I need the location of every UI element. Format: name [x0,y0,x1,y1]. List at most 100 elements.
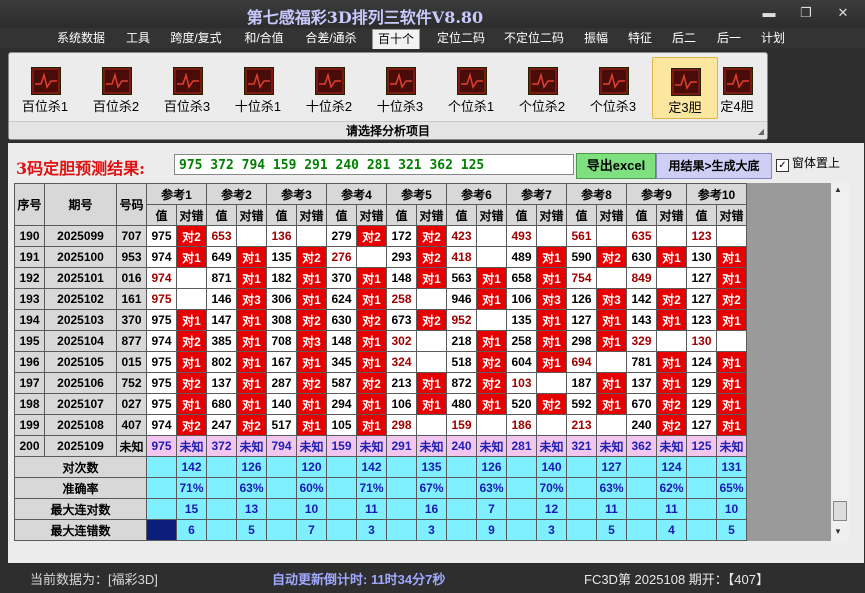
ref-value: 123 [686,309,717,331]
stat-value: 63% [236,477,267,499]
table-row[interactable]: 194 2025103 370 975 对1 147 对1 308 对2 630 对2 673 对2 95… [14,309,748,331]
ref-value: 276 [326,246,357,268]
checkbox-check-icon[interactable]: ✓ [776,159,789,172]
close-icon[interactable]: ✕ [832,5,854,21]
stat-value: 63% [476,477,507,499]
table-row[interactable]: 196 2025105 015 975 对1 802 对1 167 对1 345 对1 324 518 对… [14,351,748,373]
ref-judge: 对1 [356,267,387,289]
ref-judge [296,225,327,247]
ref-judge: 对1 [416,372,447,394]
ribbon-button-7[interactable]: 个位杀1 [439,57,503,117]
ref-judge: 对2 [416,246,447,268]
ref-value: 218 [446,330,477,352]
scroll-up-icon[interactable]: ▲ [834,185,842,194]
menu-item-13[interactable]: 计划 [755,29,791,48]
generate-base-button[interactable]: 用结果>生成大底 [656,153,772,179]
ref-judge: 对1 [656,372,687,394]
ref-judge: 对1 [236,267,267,289]
menu-item-12[interactable]: 后一 [711,29,747,48]
ribbon-expand-icon[interactable]: ◢ [758,127,764,136]
trend-chart-icon [671,68,701,96]
menu-item-10[interactable]: 特征 [622,29,658,48]
ribbon-button-label: 百位杀3 [163,99,211,114]
vertical-scrollbar[interactable]: ▲ ▼ [830,183,849,541]
stat-value: 10 [715,498,748,520]
stat-spacer [686,498,717,520]
table-row[interactable]: 195 2025104 877 974 对2 385 对1 708 对3 148 对1 302 218 对… [14,330,748,352]
stat-spacer [626,519,657,541]
menu-item-7[interactable]: 定位二码 [431,29,491,48]
stat-value: 3 [356,519,387,541]
trend-chart-icon [31,67,61,95]
menu-item-1[interactable]: 系统数据 [52,29,110,48]
menu-item-3[interactable]: 跨度/复式 [165,29,227,48]
ribbon-button-5[interactable]: 十位杀2 [297,57,361,117]
export-excel-button[interactable]: 导出excel [576,153,656,179]
table-row[interactable]: 197 2025106 752 975 对2 137 对1 287 对2 587 对2 213 对1 87… [14,372,748,394]
table-row[interactable]: 191 2025100 953 974 对1 649 对1 135 对2 276 293 对2 418 4… [14,246,748,268]
ref-value: 258 [386,288,417,310]
row-number: 016 [116,267,147,289]
stat-value: 12 [536,498,567,520]
ribbon-button-1[interactable]: 百位杀1 [13,57,77,117]
stat-spacer [266,519,297,541]
ribbon-button-9[interactable]: 个位杀3 [581,57,645,117]
menu-item-2[interactable]: 工具 [120,29,156,48]
row-period: 2025104 [44,330,117,352]
table-row[interactable]: 198 2025107 027 975 对1 680 对1 140 对1 294 对1 106 对1 48… [14,393,748,415]
prediction-values-field[interactable]: 975 372 794 159 291 240 281 321 362 125 [174,154,574,175]
ref-judge: 对1 [296,351,327,373]
row-number: 027 [116,393,147,415]
menu-item-8[interactable]: 不定位二码 [499,29,569,48]
ribbon-button-2[interactable]: 百位杀2 [84,57,148,117]
ribbon-button-6[interactable]: 十位杀3 [368,57,432,117]
ref-value: 362 [626,435,657,457]
ribbon-button-3[interactable]: 百位杀3 [155,57,219,117]
ref-value: 106 [506,288,537,310]
stat-spacer [386,456,417,478]
ref-value: 143 [626,309,657,331]
menu-item-5[interactable]: 合差/通杀 [300,29,362,48]
row-period: 2025102 [44,288,117,310]
pending-row[interactable]: 200 2025109 未知 975 未知 372 未知 794 未知 159 未知 291 未知 240… [14,435,748,457]
ref-value: 172 [386,225,417,247]
col-header-number: 号码 [116,183,147,226]
title-bar: 第七感福彩3D排列三软件V8.80 ▬ ❐ ✕ [0,0,865,28]
stat-spacer [626,477,657,499]
table-row[interactable]: 199 2025108 407 974 对2 247 对2 517 对1 105 对1 298 159 1… [14,414,748,436]
menu-item-4[interactable]: 和/合值 [238,29,290,48]
ribbon-button-4[interactable]: 十位杀1 [226,57,290,117]
stat-spacer [326,519,357,541]
ref-value: 694 [566,351,597,373]
ref-judge: 对1 [416,393,447,415]
restore-icon[interactable]: ❐ [795,5,817,21]
trend-chart-icon [315,67,345,95]
ribbon-button-11[interactable]: 定4胆 [711,57,763,117]
ref-judge: 对2 [476,372,507,394]
ref-value: 975 [146,288,177,310]
ref-judge [536,414,567,436]
ref-judge [176,267,207,289]
ref-value: 291 [386,435,417,457]
ref-value: 649 [206,246,237,268]
ref-value: 135 [266,246,297,268]
row-seq: 191 [14,246,45,268]
row-period: 2025107 [44,393,117,415]
minimize-icon[interactable]: ▬ [758,5,780,20]
trend-chart-icon [244,67,274,95]
ref-judge: 对1 [236,330,267,352]
menu-item-9[interactable]: 振幅 [578,29,614,48]
table-row[interactable]: 190 2025099 707 975 对2 653 136 279 对2 172 对2 423 493… [14,225,748,247]
menu-item-11[interactable]: 后二 [666,29,702,48]
status-current-data: 当前数据为：[福彩3D] [30,572,158,587]
window-topmost-checkbox[interactable]: ✓ 窗体置上 [776,154,840,172]
table-row[interactable]: 193 2025102 161 975 146 对3 306 对1 624 对1 258 946 对1 1… [14,288,748,310]
scroll-thumb[interactable] [833,501,847,521]
ref-value: 952 [446,309,477,331]
table-row[interactable]: 192 2025101 016 974 871 对1 182 对1 370 对1 148 对1 563 对… [14,267,748,289]
scroll-down-icon[interactable]: ▼ [834,527,842,536]
ref-value: 186 [506,414,537,436]
menu-item-6[interactable]: 百十个 [372,29,420,49]
ribbon-button-8[interactable]: 个位杀2 [510,57,574,117]
ribbon-button-10[interactable]: 定3胆 [652,57,718,119]
